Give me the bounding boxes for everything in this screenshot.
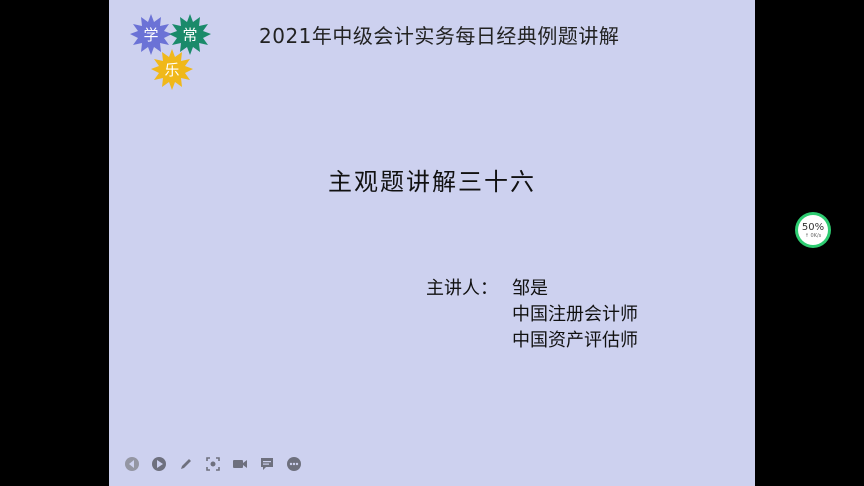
camera-icon <box>233 460 247 468</box>
screenshot-button[interactable] <box>204 455 222 473</box>
screenshot-icon <box>206 457 220 471</box>
play-icon <box>152 457 166 471</box>
back-button[interactable] <box>123 455 141 473</box>
logo-char-le: 乐 <box>164 61 179 79</box>
header-title: 2021年中级会计实务每日经典例题讲解 <box>259 24 620 48</box>
logo-char-xue: 学 <box>143 26 158 44</box>
slide-canvas: 学 常 乐 2021年中级会计实务每日经典例题讲解 主观题讲解三十六 主讲人： … <box>109 0 755 486</box>
network-speed: ↑ 0K/s <box>804 232 822 239</box>
logo-char-chang: 常 <box>182 26 197 44</box>
slide-toolbar <box>123 455 303 473</box>
play-button[interactable] <box>150 455 168 473</box>
more-icon <box>287 457 301 471</box>
zoom-value: 50% <box>801 221 825 233</box>
comment-icon <box>261 458 273 470</box>
zoom-indicator-face: 50% ↑ 0K/s <box>798 215 828 245</box>
zoom-indicator[interactable]: 50% ↑ 0K/s <box>795 212 831 248</box>
presenter-name: 邹是 <box>512 278 548 299</box>
logo: 学 常 乐 <box>130 14 211 90</box>
pen-icon <box>181 459 191 469</box>
back-icon <box>125 457 139 471</box>
credential-cpa: 中国注册会计师 <box>512 304 638 325</box>
more-button[interactable] <box>285 455 303 473</box>
comment-button[interactable] <box>258 455 276 473</box>
presenter-block: 主讲人： 邹是 中国注册会计师 中国资产评估师 <box>426 276 638 354</box>
presenter-label: 主讲人： <box>426 278 498 299</box>
credential-appraiser: 中国资产评估师 <box>512 330 638 351</box>
camera-button[interactable] <box>231 455 249 473</box>
main-title: 主观题讲解三十六 <box>328 168 536 196</box>
pen-button[interactable] <box>177 455 195 473</box>
